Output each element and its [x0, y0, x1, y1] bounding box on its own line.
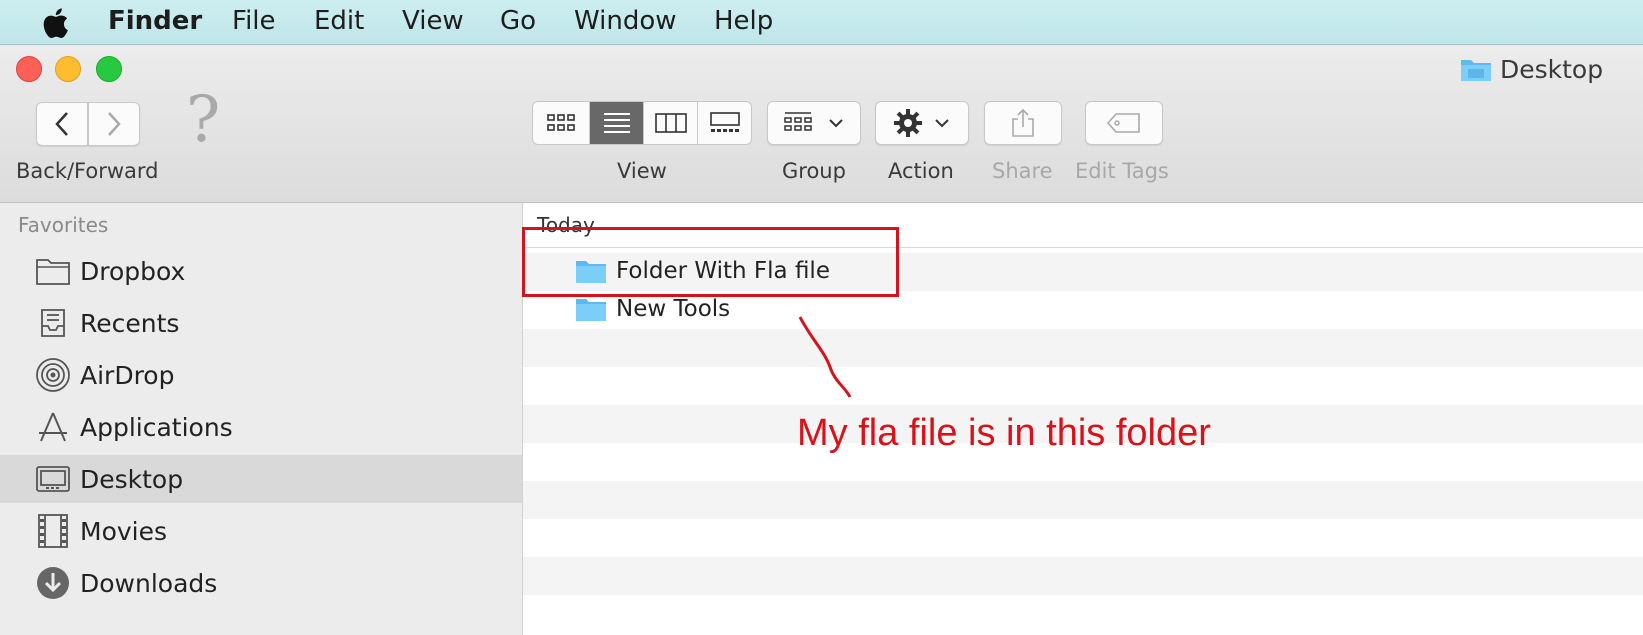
chevron-left-icon: [55, 112, 68, 136]
sidebar-item-label: Movies: [80, 516, 168, 546]
help-icon[interactable]: ?: [186, 83, 220, 157]
share-label: Share: [992, 159, 1053, 183]
recents-icon: [34, 304, 72, 342]
share-icon: [1012, 108, 1034, 137]
gallery-icon: [709, 112, 740, 132]
folder-icon: [576, 299, 606, 321]
icon-view-button[interactable]: [533, 102, 590, 144]
annotation-pointer-line: [798, 316, 852, 398]
folder-icon: [1461, 60, 1491, 81]
column-view-button[interactable]: [644, 102, 698, 144]
sidebar-item-label: AirDrop: [80, 360, 175, 390]
movies-icon: [34, 512, 72, 550]
empty-row: [523, 557, 1643, 595]
action-label: Action: [888, 159, 954, 183]
folder-icon: [34, 252, 72, 290]
empty-row: [523, 367, 1643, 405]
downloads-icon: [34, 564, 72, 602]
window-title-text: Desktop: [1500, 54, 1604, 84]
gallery-view-button[interactable]: [698, 102, 751, 144]
toolbar: Desktop ? Back/Forward View Group Action…: [0, 45, 1643, 203]
sidebar-heading: Favorites: [18, 213, 109, 237]
empty-row: [523, 519, 1643, 557]
grid-icon: [547, 114, 575, 131]
menu-finder[interactable]: Finder: [108, 6, 202, 36]
sidebar-item-label: Downloads: [80, 568, 218, 598]
list-icon: [603, 113, 630, 133]
menu-help[interactable]: Help: [714, 6, 773, 36]
action-button[interactable]: [875, 101, 969, 145]
airdrop-icon: [34, 356, 72, 394]
menu-file[interactable]: File: [232, 6, 276, 36]
menu-edit[interactable]: Edit: [314, 6, 364, 36]
menu-bar: Finder File Edit View Go Window Help: [0, 0, 1643, 45]
group-button[interactable]: [767, 101, 861, 145]
menu-go[interactable]: Go: [500, 6, 536, 36]
close-button[interactable]: [16, 56, 42, 82]
empty-row: [523, 329, 1643, 367]
columns-icon: [654, 113, 687, 133]
sidebar-item-dropbox[interactable]: Dropbox: [0, 247, 522, 295]
sidebar-item-label: Applications: [80, 412, 233, 442]
apple-logo-icon[interactable]: [40, 7, 70, 39]
edit-tags-label: Edit Tags: [1075, 159, 1169, 183]
annotation-text: My fla file is in this folder: [797, 412, 1211, 454]
view-mode-control: [532, 101, 752, 145]
annotation-highlight-box: [522, 227, 899, 297]
share-button[interactable]: [984, 101, 1062, 145]
sidebar-item-downloads[interactable]: Downloads: [0, 559, 522, 607]
menu-view[interactable]: View: [402, 6, 464, 36]
sidebar-item-airdrop[interactable]: AirDrop: [0, 351, 522, 399]
tag-icon: [1106, 113, 1140, 133]
sidebar-item-label: Dropbox: [80, 256, 186, 286]
sidebar-item-recents[interactable]: Recents: [0, 299, 522, 347]
chevron-down-icon: [829, 119, 843, 128]
sidebar-item-label: Recents: [80, 308, 180, 338]
group-icon: [784, 112, 812, 131]
menu-window[interactable]: Window: [574, 6, 677, 36]
sidebar: Favorites Dropbox Recents AirDrop Applic…: [0, 203, 523, 635]
minimize-button[interactable]: [55, 56, 81, 82]
sidebar-item-desktop[interactable]: Desktop: [0, 455, 522, 503]
forward-button[interactable]: [88, 102, 140, 146]
zoom-button[interactable]: [96, 56, 122, 82]
back-button[interactable]: [36, 102, 88, 146]
back-forward-label: Back/Forward: [16, 159, 159, 183]
group-label: Group: [782, 159, 846, 183]
window-title: Desktop: [1460, 53, 1603, 85]
sidebar-item-movies[interactable]: Movies: [0, 507, 522, 555]
list-view-button[interactable]: [590, 102, 644, 144]
gear-icon: [894, 109, 922, 137]
chevron-down-icon: [935, 119, 949, 128]
chevron-right-icon: [108, 112, 121, 136]
edit-tags-button[interactable]: [1085, 101, 1163, 145]
sidebar-item-applications[interactable]: Applications: [0, 403, 522, 451]
desktop-icon: [34, 460, 72, 498]
empty-row: [523, 481, 1643, 519]
empty-row: [523, 595, 1643, 633]
sidebar-item-label: Desktop: [80, 464, 184, 494]
applications-icon: [34, 408, 72, 446]
file-name: New Tools: [616, 296, 731, 322]
view-label: View: [617, 159, 667, 183]
